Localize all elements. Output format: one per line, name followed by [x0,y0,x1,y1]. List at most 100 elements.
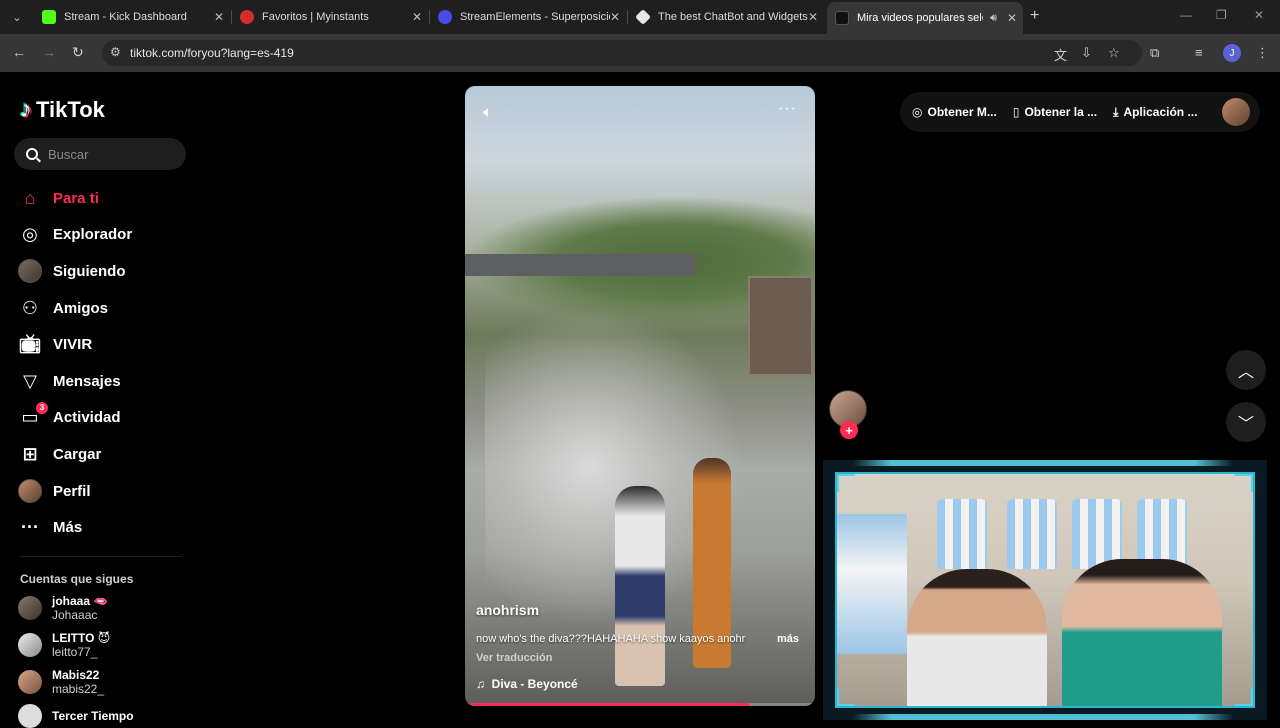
live-icon: 📺︎ [18,334,42,355]
tiktok-note-icon: ♪ [20,96,32,123]
tiktok-logo[interactable]: ♪ TikTok [20,96,105,124]
chevron-up-icon[interactable]: ︿ [1226,350,1266,390]
menu-dots-icon[interactable]: ⋮ [1256,45,1269,61]
account-handle: Johaaac [52,608,98,622]
user-avatar[interactable] [1222,98,1250,126]
nav-item-siguiendo[interactable]: Siguiendo [18,253,132,290]
maximize-icon[interactable]: ❐ [1216,8,1227,22]
video-progress-bar[interactable] [465,703,815,706]
nav-label: VIVIR [53,336,93,354]
pill-label: Obtener la ... [1024,105,1098,119]
nav-item-para-ti[interactable]: ⌂ Para ti [18,180,132,217]
address-bar[interactable]: ⚙︎ tiktok.com/foryou?lang=es-419 [102,40,1142,66]
nav-item-explorador[interactable]: ◎ Explorador [18,217,132,254]
reload-icon[interactable]: ↻ [72,44,84,61]
brand-text: TikTok [36,97,105,122]
browser-tab[interactable]: The best ChatBot and Widgets ✕ [628,4,824,30]
divider [20,556,182,557]
get-coins-button[interactable]: ◎ Obtener M... [912,105,997,119]
send-icon: ▽ [23,370,37,391]
browser-tab[interactable]: Stream - Kick Dashboard ✕ [34,4,230,30]
music-title: Diva - Beyoncé [491,677,578,691]
speaker-muted-icon[interactable]: 🔈︎ [483,104,493,122]
minimize-icon[interactable]: — [1180,8,1192,22]
video-music[interactable]: ♫ Diva - Beyoncé [476,677,578,691]
nav-item-vivir[interactable]: 📺︎ VIVIR [18,326,132,363]
search-input[interactable] [48,146,168,162]
tab-title: Mira videos populares selec [857,12,983,24]
browser-tab[interactable]: Favoritos | Myinstants ✕ [232,4,428,30]
diamond-icon [635,9,651,25]
home-icon: ⌂ [24,187,36,208]
video-player[interactable]: 🔈︎ ··· anohrism now who's the diva???HAH… [465,86,815,706]
close-icon[interactable]: ✕ [610,10,620,24]
browser-tab[interactable]: StreamElements - Superposicio ✕ [430,4,626,30]
close-icon[interactable]: ✕ [1007,11,1017,25]
close-icon[interactable]: ✕ [808,10,818,24]
notification-badge: 3 [36,401,48,414]
close-icon[interactable]: ✕ [412,10,422,24]
forward-icon[interactable]: → [42,44,56,60]
download-icon: ⤓ [1113,104,1119,119]
tab-search-button[interactable]: ⌄ [6,6,28,28]
avatar [18,704,42,728]
top-actions-bar: ◎ Obtener M... ▯ Obtener la ... ⤓ Aplicació… [900,92,1260,132]
profile-initial: J [1229,47,1235,59]
nav-label: Siguiendo [53,262,126,280]
extensions-icon[interactable]: ⧉ [1150,45,1159,61]
nav-label: Mensajes [53,372,121,390]
translate-icon[interactable]: 文 [1054,45,1067,64]
translate-link[interactable]: Ver traducción [476,652,552,664]
nav-label: Amigos [53,299,109,317]
install-icon[interactable]: ⇩ [1081,45,1092,61]
browser-tab-active[interactable]: Mira videos populares selec 🔊︎ ✕ [827,2,1023,34]
plus-square-icon: ⊞ [22,443,38,464]
new-tab-button[interactable]: + [1030,7,1039,25]
nav-label: Cargar [53,445,102,463]
close-icon[interactable]: ✕ [214,10,224,24]
following-item[interactable]: Tercer Tiempo [18,704,134,728]
nav-label: Para ti [53,189,99,207]
compass-icon: ◎ [22,224,38,245]
kick-icon [42,10,56,24]
sidebar-nav: ⌂ Para ti ◎ Explorador Siguiendo ⚇ Amigo… [18,180,132,546]
search-box[interactable] [14,138,186,170]
nav-item-mensajes[interactable]: ▽ Mensajes [18,363,132,400]
profile-avatar[interactable]: J [1223,44,1241,62]
audio-icon[interactable]: 🔊︎ [990,12,997,25]
video-author[interactable]: anohrism [476,602,539,618]
follow-plus-icon[interactable]: + [840,421,858,439]
basketball-board [748,276,813,376]
nav-item-amigos[interactable]: ⚇ Amigos [18,290,132,327]
tab-title: Stream - Kick Dashboard [64,11,187,23]
more-icon: ··· [21,517,39,538]
close-window-icon[interactable]: ✕ [1254,8,1264,22]
more-options-icon[interactable]: ··· [778,100,797,118]
following-item[interactable]: Mabis22 mabis22_ [18,668,104,696]
nav-item-perfil[interactable]: Perfil [18,473,132,510]
search-icon [26,148,38,160]
account-name: Tercer Tiempo [52,709,134,723]
media-controls-icon[interactable]: ≡ [1195,45,1203,60]
inbox-icon: ▭ 3 [18,401,48,430]
friends-icon: ⚇ [21,297,39,318]
tiktok-icon [835,11,849,25]
pill-label: Obtener M... [927,105,997,119]
url-text[interactable]: tiktok.com/foryou?lang=es-419 [130,46,294,60]
site-info-icon[interactable]: ⚙︎ [110,45,121,59]
get-app-button[interactable]: ▯ Obtener la ... [1013,105,1097,119]
following-item[interactable]: johaaa 🫦 Johaaac [18,594,108,622]
chevron-down-icon[interactable]: ﹀ [1226,402,1266,442]
avatar [18,633,42,657]
back-icon[interactable]: ← [12,44,26,60]
nav-item-mas[interactable]: ··· Más [18,509,132,546]
nav-item-actividad[interactable]: ▭ 3 Actividad [18,400,132,437]
bookmark-star-icon[interactable]: ☆ [1108,45,1120,61]
caption-more-link[interactable]: más [777,633,799,645]
pill-label: Aplicación ... [1123,105,1198,119]
following-item[interactable]: LEITTO 😈 leitto77_ [18,631,110,659]
nav-item-cargar[interactable]: ⊞ Cargar [18,436,132,473]
desktop-app-button[interactable]: ⤓ Aplicación ... [1113,105,1197,120]
tiktok-page: ♪ TikTok ⌂ Para ti ◎ Explorador Siguiend… [0,72,1280,728]
account-name: johaaa [52,594,91,608]
